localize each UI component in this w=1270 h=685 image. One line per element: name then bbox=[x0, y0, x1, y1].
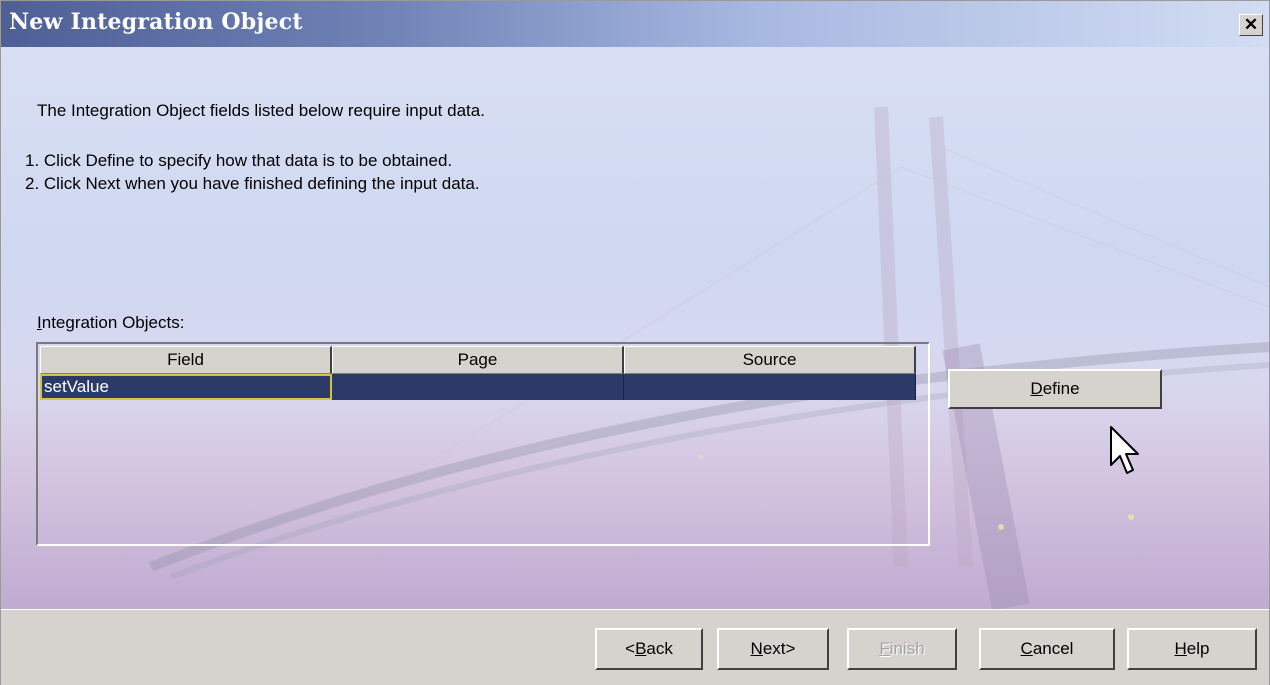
next-button[interactable]: Next> bbox=[717, 628, 829, 670]
column-header-field[interactable]: Field bbox=[40, 346, 332, 374]
close-button[interactable]: ✕ bbox=[1239, 14, 1263, 36]
table-header: Field Page Source bbox=[40, 346, 916, 374]
mnemonic-h: H bbox=[1174, 639, 1187, 658]
dialog-title: New Integration Object bbox=[9, 9, 303, 35]
cancel-button[interactable]: Cancel bbox=[979, 628, 1115, 670]
mnemonic-n: N bbox=[750, 639, 763, 658]
define-button[interactable]: Define bbox=[948, 369, 1162, 409]
back-button[interactable]: < Back bbox=[595, 628, 703, 670]
content-area: The Integration Object fields listed bel… bbox=[1, 47, 1269, 609]
mnemonic-f: F bbox=[879, 639, 890, 658]
button-bar: < Back Next> Finish Cancel Help bbox=[1, 609, 1269, 685]
mnemonic-d: D bbox=[1030, 379, 1043, 398]
cell-page[interactable] bbox=[332, 374, 624, 400]
instruction-text: The Integration Object fields listed bel… bbox=[37, 101, 485, 120]
column-header-source[interactable]: Source bbox=[624, 346, 916, 374]
instruction-step-1: 1. Click Define to specify how that data… bbox=[25, 151, 453, 170]
new-integration-object-dialog: New Integration Object ✕ The Integration… bbox=[0, 0, 1270, 685]
finish-button-label: inish bbox=[889, 639, 925, 658]
next-button-label: ext> bbox=[762, 639, 796, 658]
table-row[interactable]: setValue bbox=[40, 374, 916, 400]
mnemonic-b: B bbox=[635, 639, 647, 658]
cell-field[interactable]: setValue bbox=[40, 374, 332, 400]
back-button-prefix: < bbox=[625, 639, 636, 658]
back-button-label: ack bbox=[646, 639, 673, 658]
cancel-button-label: ancel bbox=[1032, 639, 1074, 658]
integration-objects-label: Integration Objects: bbox=[37, 313, 184, 333]
integration-objects-label-text: ntegration Objects: bbox=[41, 313, 185, 332]
column-header-page[interactable]: Page bbox=[332, 346, 624, 374]
mnemonic-c: C bbox=[1020, 639, 1033, 658]
define-button-label: efine bbox=[1042, 379, 1080, 398]
title-bar: New Integration Object ✕ bbox=[1, 1, 1269, 47]
finish-button[interactable]: Finish bbox=[847, 628, 957, 670]
mouse-pointer-icon bbox=[1110, 426, 1139, 474]
help-button-label: elp bbox=[1186, 639, 1210, 658]
cell-source[interactable] bbox=[624, 374, 916, 400]
integration-objects-table[interactable]: Field Page Source setValue bbox=[36, 342, 930, 546]
help-button[interactable]: Help bbox=[1127, 628, 1257, 670]
close-icon: ✕ bbox=[1243, 15, 1259, 34]
instruction-step-2: 2. Click Next when you have finished def… bbox=[25, 174, 480, 193]
